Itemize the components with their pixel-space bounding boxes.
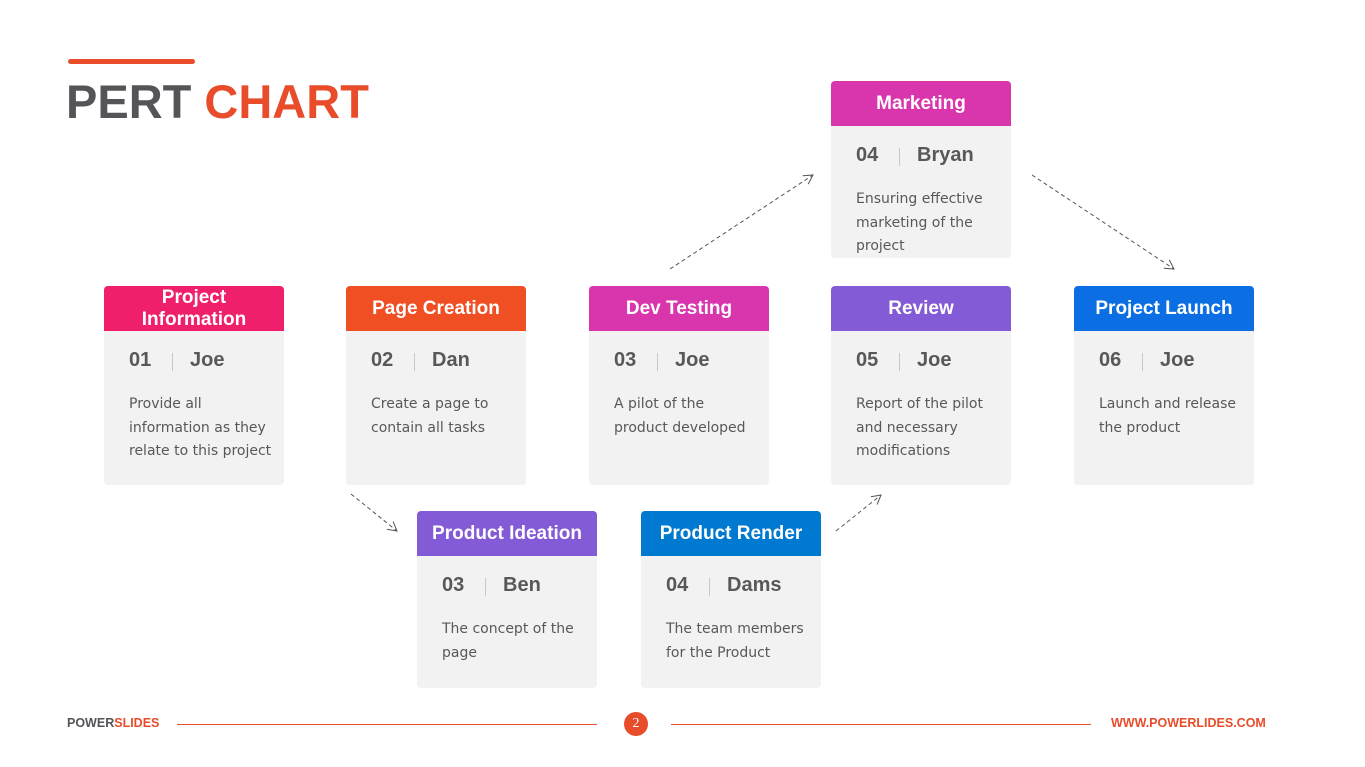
task-number: 04 bbox=[856, 143, 879, 166]
divider bbox=[709, 578, 710, 596]
task-card-product-ideation[interactable]: Product Ideation 03 Ben The concept of t… bbox=[417, 511, 597, 688]
task-description: The team members for the Product bbox=[666, 621, 804, 661]
divider bbox=[899, 148, 900, 166]
task-description: The concept of the page bbox=[442, 621, 574, 661]
arrow-right-icon bbox=[604, 589, 641, 609]
title-accent-bar bbox=[68, 59, 195, 64]
footer-url-link[interactable]: WWW.POWERLIDES.COM bbox=[1111, 716, 1266, 730]
divider bbox=[1142, 353, 1143, 371]
task-card-header: Product Render bbox=[641, 511, 821, 556]
task-meta: 03 Joe bbox=[614, 345, 769, 375]
task-meta: 02 Dan bbox=[371, 345, 526, 375]
arrow-right-icon bbox=[782, 375, 819, 395]
task-owner: Bryan bbox=[917, 143, 974, 166]
task-owner: Joe bbox=[190, 348, 225, 371]
task-description: Launch and release the product bbox=[1099, 396, 1236, 436]
task-card-header: Review bbox=[831, 286, 1011, 331]
task-number: 02 bbox=[371, 348, 394, 371]
task-description: Report of the pilot and necessary modifi… bbox=[856, 396, 983, 459]
task-meta: 01 Joe bbox=[129, 345, 284, 375]
brand-part-2: SLIDES bbox=[114, 716, 160, 730]
task-number: 06 bbox=[1099, 348, 1122, 371]
divider bbox=[172, 353, 173, 371]
task-meta: 04 Bryan bbox=[856, 140, 1011, 170]
task-meta: 03 Ben bbox=[442, 570, 597, 600]
dashed-arrow-product-render-to-review bbox=[835, 494, 882, 532]
task-owner: Joe bbox=[675, 348, 710, 371]
task-description: Provide all information as they relate t… bbox=[129, 396, 272, 459]
task-number: 03 bbox=[614, 348, 637, 371]
page-title: PERT CHART bbox=[66, 74, 369, 130]
dashed-arrow-page-creation-to-product-ideation bbox=[350, 493, 398, 532]
task-number: 05 bbox=[856, 348, 879, 371]
task-owner: Dan bbox=[432, 348, 470, 371]
task-number: 04 bbox=[666, 573, 689, 596]
footer-divider-left bbox=[177, 724, 597, 725]
dashed-arrow-marketing-to-project-launch bbox=[1031, 174, 1175, 270]
task-meta: 04 Dams bbox=[666, 570, 821, 600]
task-owner: Ben bbox=[503, 573, 541, 596]
task-owner: Dams bbox=[727, 573, 782, 596]
brand-part-1: POWER bbox=[67, 716, 115, 730]
page-number-badge: 2 bbox=[624, 712, 648, 736]
task-card-header: Marketing bbox=[831, 81, 1011, 126]
divider bbox=[485, 578, 486, 596]
task-card-header: Project Information bbox=[104, 286, 284, 331]
task-number: 03 bbox=[442, 573, 465, 596]
task-card-review[interactable]: Review 05 Joe Report of the pilot and ne… bbox=[831, 286, 1011, 485]
task-owner: Joe bbox=[917, 348, 952, 371]
arrow-right-icon bbox=[1025, 375, 1062, 395]
task-meta: 05 Joe bbox=[856, 345, 1011, 375]
title-part-1: PERT bbox=[66, 75, 192, 128]
footer-divider-right bbox=[671, 724, 1091, 725]
arrow-right-icon bbox=[297, 375, 334, 395]
arrow-right-icon bbox=[540, 375, 577, 395]
divider bbox=[657, 353, 658, 371]
task-card-marketing[interactable]: Marketing 04 Bryan Ensuring effective ma… bbox=[831, 81, 1011, 258]
task-number: 01 bbox=[129, 348, 152, 371]
task-meta: 06 Joe bbox=[1099, 345, 1254, 375]
task-owner: Joe bbox=[1160, 348, 1195, 371]
title-part-2: CHART bbox=[204, 75, 369, 128]
task-description: Create a page to contain all tasks bbox=[371, 396, 489, 436]
task-card-project-information[interactable]: Project Information 01 Joe Provide all i… bbox=[104, 286, 284, 485]
task-card-header: Project Launch bbox=[1074, 286, 1254, 331]
task-card-header: Product Ideation bbox=[417, 511, 597, 556]
task-card-product-render[interactable]: Product Render 04 Dams The team members … bbox=[641, 511, 821, 688]
task-card-header: Dev Testing bbox=[589, 286, 769, 331]
footer-brand: POWERSLIDES bbox=[67, 716, 159, 730]
task-description: Ensuring effective marketing of the proj… bbox=[856, 191, 983, 254]
task-description: A pilot of the product developed bbox=[614, 396, 746, 436]
task-card-dev-testing[interactable]: Dev Testing 03 Joe A pilot of the produc… bbox=[589, 286, 769, 485]
task-card-project-launch[interactable]: Project Launch 06 Joe Launch and release… bbox=[1074, 286, 1254, 485]
divider bbox=[414, 353, 415, 371]
task-card-page-creation[interactable]: Page Creation 02 Dan Create a page to co… bbox=[346, 286, 526, 485]
dashed-arrow-dev-testing-to-marketing bbox=[669, 174, 814, 270]
divider bbox=[899, 353, 900, 371]
task-card-header: Page Creation bbox=[346, 286, 526, 331]
